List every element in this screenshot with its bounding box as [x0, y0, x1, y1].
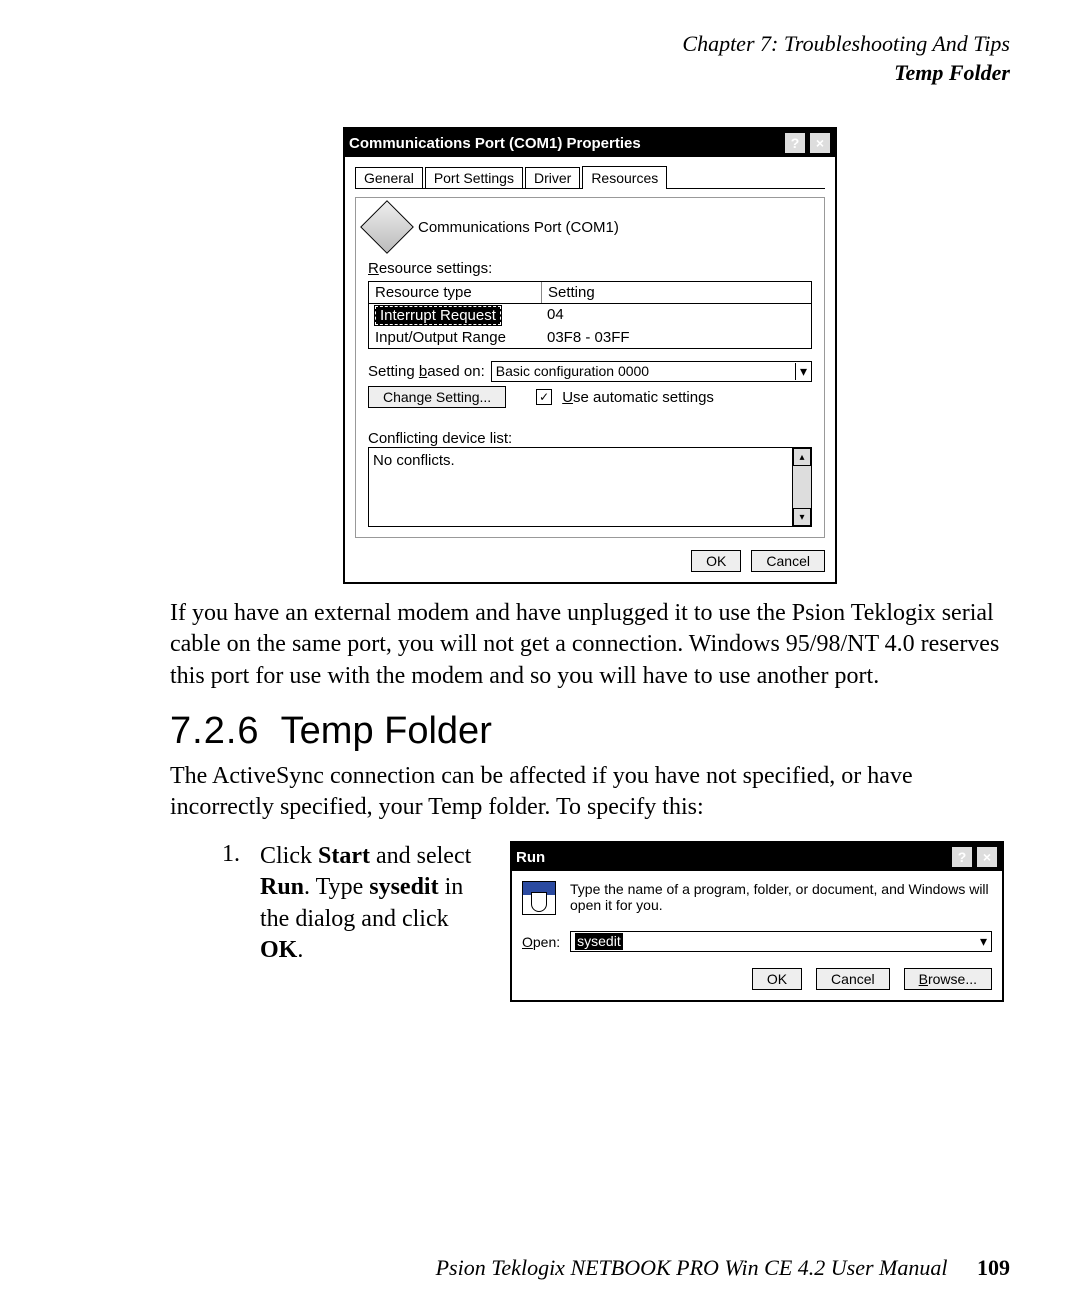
row-io-value: 03F8 - 03FF [541, 327, 636, 348]
help-icon[interactable]: ? [951, 846, 973, 868]
conflict-label: Conflicting device list: [368, 430, 812, 447]
row-interrupt-value: 04 [541, 304, 570, 327]
open-label: Open: [522, 934, 560, 950]
run-icon [522, 881, 556, 915]
resource-settings-table: Resource type Setting Interrupt Request … [368, 281, 812, 349]
setting-based-label: Setting based on: [368, 363, 485, 380]
device-name: Communications Port (COM1) [418, 219, 619, 236]
cancel-button[interactable]: Cancel [751, 550, 825, 572]
th-resource-type: Resource type [369, 282, 542, 303]
th-setting: Setting [542, 282, 811, 303]
com1-title: Communications Port (COM1) Properties [349, 135, 781, 152]
scroll-down-icon[interactable]: ▾ [793, 508, 811, 526]
chevron-down-icon: ▾ [795, 363, 807, 380]
header-section: Temp Folder [170, 59, 1010, 88]
open-combobox[interactable]: sysedit ▾ [570, 931, 992, 952]
run-dialog: Run ? × Type the name of a program, fold… [510, 841, 1004, 1002]
footer-manual-title: Psion Teklogix NETBOOK PRO Win CE 4.2 Us… [436, 1255, 948, 1280]
resource-settings-label: esource settings: [379, 260, 492, 277]
change-setting-button[interactable]: Change Setting... [368, 386, 506, 408]
tab-driver[interactable]: Driver [525, 167, 580, 188]
run-title: Run [516, 849, 948, 866]
footer-page-number: 109 [977, 1255, 1010, 1280]
row-io-range: Input/Output Range [369, 327, 541, 348]
close-icon[interactable]: × [809, 132, 831, 154]
conflict-list: No conflicts. ▴ ▾ [368, 447, 812, 527]
use-auto-checkbox[interactable]: ✓ [536, 389, 552, 405]
open-value: sysedit [575, 933, 623, 950]
scrollbar[interactable]: ▴ ▾ [792, 448, 811, 526]
close-icon[interactable]: × [976, 846, 998, 868]
setting-based-combo[interactable]: Basic configuration 0000 ▾ [491, 361, 812, 382]
step-number: 1. [170, 841, 240, 868]
tab-general[interactable]: General [355, 167, 423, 188]
tab-port-settings[interactable]: Port Settings [425, 167, 523, 188]
header-chapter: Chapter 7: Troubleshooting And Tips [170, 30, 1010, 59]
device-icon [360, 200, 414, 254]
help-icon[interactable]: ? [784, 132, 806, 154]
cancel-button[interactable]: Cancel [816, 968, 890, 990]
run-message: Type the name of a program, folder, or d… [570, 881, 992, 913]
modem-note-paragraph: If you have an external modem and have u… [170, 598, 1010, 692]
tab-resources[interactable]: Resources [582, 166, 667, 189]
temp-folder-intro: The ActiveSync connection can be affecte… [170, 761, 1010, 823]
heading-number: 7.2.6 [170, 710, 260, 752]
com1-properties-dialog: Communications Port (COM1) Properties ? … [343, 127, 837, 584]
ok-button[interactable]: OK [752, 968, 802, 990]
chevron-down-icon: ▾ [980, 933, 987, 950]
scroll-up-icon[interactable]: ▴ [793, 448, 811, 466]
use-auto-label: Use automatic settings [562, 389, 714, 406]
com1-titlebar: Communications Port (COM1) Properties ? … [345, 129, 835, 157]
browse-button[interactable]: Browse... [904, 968, 992, 990]
row-interrupt-request[interactable]: Interrupt Request [375, 306, 501, 325]
setting-based-value: Basic configuration 0000 [496, 363, 649, 380]
heading-title: Temp Folder [281, 710, 492, 752]
step-text: Click Start and select Run. Type sysedit… [260, 841, 490, 966]
conflict-text: No conflicts. [373, 452, 455, 469]
ok-button[interactable]: OK [691, 550, 741, 572]
